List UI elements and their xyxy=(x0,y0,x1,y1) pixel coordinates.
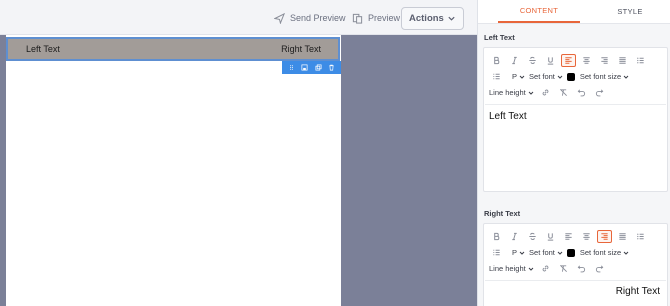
drag-handle-icon[interactable] xyxy=(288,64,295,71)
font-size-value: Set font size xyxy=(579,248,622,257)
right-text-section-title: Right Text xyxy=(484,209,521,218)
format-toolbar-row-3: Line height xyxy=(489,86,610,99)
clear-format-icon xyxy=(559,89,567,96)
text-color-swatch[interactable] xyxy=(566,248,575,257)
strikethrough-button[interactable] xyxy=(525,230,540,243)
chevron-down-icon xyxy=(519,75,525,79)
chevron-down-icon xyxy=(448,16,455,21)
right-text-content-area[interactable]: Right Text xyxy=(485,280,666,306)
duplicate-icon[interactable] xyxy=(315,64,322,71)
right-text-editor: P Set font Set font size Line height Rig… xyxy=(483,223,668,306)
redo-button[interactable] xyxy=(592,86,607,99)
undo-button[interactable] xyxy=(574,262,589,275)
font-dropdown[interactable]: Set font xyxy=(529,70,563,83)
line-height-value: Line height xyxy=(489,264,526,273)
redo-button[interactable] xyxy=(592,262,607,275)
font-dropdown[interactable]: Set font xyxy=(529,246,563,259)
preview-button[interactable]: Preview xyxy=(352,9,400,27)
chevron-down-icon xyxy=(557,75,563,79)
line-height-dropdown[interactable]: Line height xyxy=(489,86,534,99)
bold-button[interactable] xyxy=(489,54,504,67)
block-type-value: P xyxy=(512,72,518,81)
panel-tabs: CONTENT STYLE xyxy=(478,0,670,24)
left-text-editor: P Set font Set font size Line height Lef… xyxy=(483,47,668,192)
tab-content[interactable]: CONTENT xyxy=(498,0,580,23)
row-left-text[interactable]: Left Text xyxy=(26,44,60,54)
format-toolbar-row-2: P Set font Set font size xyxy=(489,70,633,83)
save-icon[interactable] xyxy=(301,64,308,71)
format-toolbar-row-1 xyxy=(489,54,651,67)
left-text-section-title: Left Text xyxy=(484,33,515,42)
format-toolbar-row-1 xyxy=(489,230,651,243)
link-button[interactable] xyxy=(538,262,553,275)
chevron-down-icon xyxy=(528,267,534,271)
align-center-button[interactable] xyxy=(579,54,594,67)
right-text-content[interactable]: Right Text xyxy=(485,281,666,302)
strikethrough-button[interactable] xyxy=(525,54,540,67)
link-icon xyxy=(542,89,549,96)
actions-label: Actions xyxy=(409,13,444,24)
send-preview-button[interactable]: Send Preview xyxy=(274,9,346,27)
font-size-value: Set font size xyxy=(579,72,622,81)
chevron-down-icon xyxy=(528,91,534,95)
top-toolbar: Send Preview Preview Actions xyxy=(0,0,477,35)
italic-button[interactable] xyxy=(507,230,522,243)
underline-button[interactable] xyxy=(543,230,558,243)
align-right-button[interactable] xyxy=(597,230,612,243)
chevron-down-icon xyxy=(519,251,525,255)
underline-button[interactable] xyxy=(543,54,558,67)
email-canvas[interactable]: Left Text Right Text xyxy=(6,35,341,306)
left-text-content[interactable]: Left Text xyxy=(485,105,666,128)
link-icon xyxy=(542,265,549,272)
bullet-list-button[interactable] xyxy=(633,230,648,243)
align-right-button[interactable] xyxy=(597,54,612,67)
align-justify-button[interactable] xyxy=(615,230,630,243)
preview-icon xyxy=(352,13,363,24)
bold-button[interactable] xyxy=(489,230,504,243)
bullet-list-button[interactable] xyxy=(633,54,648,67)
send-icon xyxy=(274,12,285,24)
align-left-button[interactable] xyxy=(561,230,576,243)
font-value: Set font xyxy=(529,72,555,81)
selected-row[interactable]: Left Text Right Text xyxy=(6,37,340,61)
format-toolbar-row-2: P Set font Set font size xyxy=(489,246,633,259)
undo-icon xyxy=(577,265,585,273)
italic-button[interactable] xyxy=(507,54,522,67)
properties-panel: CONTENT STYLE Left Text P Set font Set f… xyxy=(477,0,670,306)
redo-icon xyxy=(595,265,604,273)
redo-icon xyxy=(595,89,604,97)
left-text-content-area[interactable]: Left Text xyxy=(485,104,666,191)
clear-format-button[interactable] xyxy=(556,86,571,99)
block-type-dropdown[interactable]: P xyxy=(512,70,525,83)
line-height-value: Line height xyxy=(489,88,526,97)
font-size-dropdown[interactable]: Set font size xyxy=(580,246,629,259)
link-button[interactable] xyxy=(538,86,553,99)
row-right-text[interactable]: Right Text xyxy=(281,44,321,54)
font-value: Set font xyxy=(529,248,555,257)
send-preview-label: Send Preview xyxy=(290,13,346,23)
preview-label: Preview xyxy=(368,13,401,23)
format-toolbar-row-3: Line height xyxy=(489,262,610,275)
block-type-dropdown[interactable]: P xyxy=(512,246,525,259)
actions-dropdown[interactable]: Actions xyxy=(401,7,464,30)
chevron-down-icon xyxy=(623,251,629,255)
ordered-list-button[interactable] xyxy=(489,70,504,83)
clear-format-icon xyxy=(559,265,567,272)
font-size-dropdown[interactable]: Set font size xyxy=(580,70,629,83)
undo-button[interactable] xyxy=(574,86,589,99)
chevron-down-icon xyxy=(557,251,563,255)
undo-icon xyxy=(577,89,585,97)
line-height-dropdown[interactable]: Line height xyxy=(489,262,534,275)
chevron-down-icon xyxy=(623,75,629,79)
align-center-button[interactable] xyxy=(579,230,594,243)
text-color-swatch[interactable] xyxy=(566,72,575,81)
tab-style[interactable]: STYLE xyxy=(605,0,655,23)
trash-icon[interactable] xyxy=(328,64,335,71)
align-left-button[interactable] xyxy=(561,54,576,67)
clear-format-button[interactable] xyxy=(556,262,571,275)
row-toolbar xyxy=(282,61,341,74)
ordered-list-button[interactable] xyxy=(489,246,504,259)
block-type-value: P xyxy=(512,248,518,257)
align-justify-button[interactable] xyxy=(615,54,630,67)
